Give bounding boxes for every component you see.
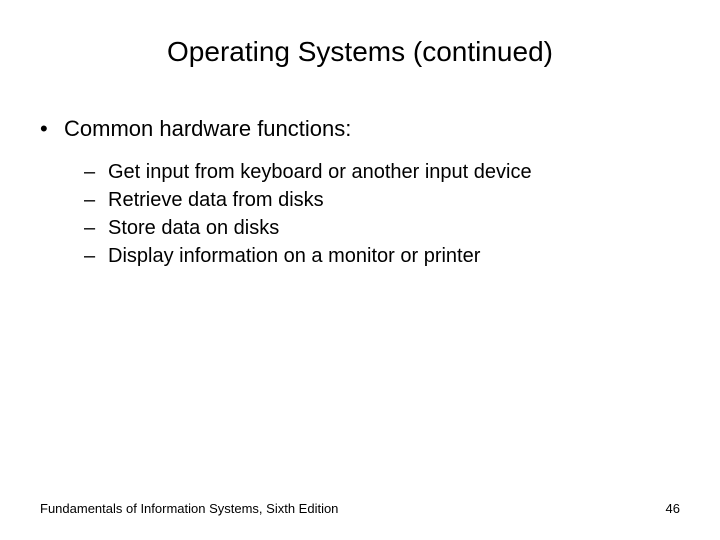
bullet-sub: Get input from keyboard or another input… <box>84 158 680 186</box>
slide-title: Operating Systems (continued) <box>40 36 680 68</box>
bullet-sub: Display information on a monitor or prin… <box>84 242 680 270</box>
content-area: Common hardware functions: Get input fro… <box>40 116 680 270</box>
footer: Fundamentals of Information Systems, Six… <box>40 501 680 516</box>
bullet-sub: Retrieve data from disks <box>84 186 680 214</box>
slide-container: Operating Systems (continued) Common har… <box>0 0 720 540</box>
sublist: Get input from keyboard or another input… <box>40 158 680 270</box>
footer-text: Fundamentals of Information Systems, Six… <box>40 501 338 516</box>
bullet-main: Common hardware functions: <box>40 116 680 142</box>
bullet-sub: Store data on disks <box>84 214 680 242</box>
page-number: 46 <box>666 501 680 516</box>
